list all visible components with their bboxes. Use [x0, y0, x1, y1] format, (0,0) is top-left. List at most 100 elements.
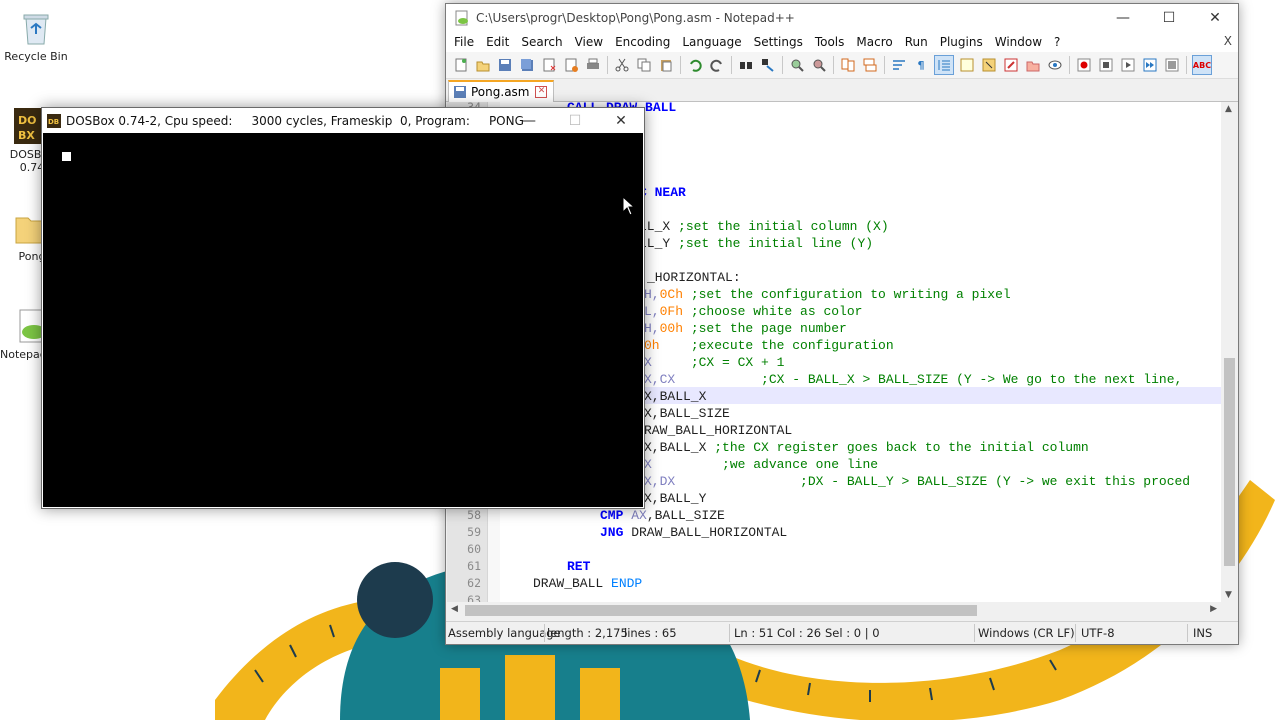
scroll-left-icon[interactable]: ◀ [451, 604, 458, 614]
svg-text:BX: BX [18, 129, 35, 142]
cut-icon[interactable] [613, 56, 631, 74]
toolbar-separator [833, 56, 834, 74]
print-icon[interactable] [584, 56, 602, 74]
desktop-icon-recycle-bin[interactable]: Recycle Bin [4, 8, 68, 63]
menu-bar: File Edit Search View Encoding Language … [446, 32, 1238, 52]
code-keyword: RET [567, 559, 591, 574]
folder-icon[interactable] [1024, 56, 1042, 74]
menu-tools[interactable]: Tools [809, 35, 851, 49]
code-comment: ;we advance one line [651, 457, 879, 472]
menu-edit[interactable]: Edit [480, 35, 515, 49]
spell-check-icon[interactable]: ABC [1192, 55, 1212, 75]
dosbox-screen[interactable] [43, 133, 643, 507]
record-macro-icon[interactable] [1075, 56, 1093, 74]
save-macro-icon[interactable] [1163, 56, 1181, 74]
code-line: X,DX ;DX - BALL_Y > BALL_SIZE (Y -> we e… [644, 474, 1190, 489]
recycle-bin-icon [16, 8, 56, 48]
code-line: X,BALL_SIZE [644, 406, 730, 421]
play-macro-icon[interactable] [1119, 56, 1137, 74]
sync-horizontal-icon[interactable] [861, 56, 879, 74]
line-number: 62 [467, 576, 481, 590]
code-token: H, [644, 287, 660, 302]
line-number: 63 [467, 593, 481, 602]
code-line: X,CX ;CX - BALL_X > BALL_SIZE (Y -> We g… [644, 372, 1182, 387]
close-document-button[interactable]: X [1224, 34, 1232, 48]
desktop-icon-label: Recycle Bin [4, 50, 68, 63]
status-encoding: UTF-8 [1081, 626, 1115, 640]
menu-macro[interactable]: Macro [850, 35, 898, 49]
folder-as-workspace-icon[interactable] [1002, 56, 1020, 74]
function-list-icon[interactable] [980, 56, 998, 74]
notepadpp-app-icon [454, 10, 470, 26]
find-icon[interactable] [737, 56, 755, 74]
horizontal-scrollbar[interactable]: ◀ ▶ [447, 602, 1221, 618]
code-line: X ;CX = CX + 1 [644, 355, 784, 370]
maximize-button[interactable]: ☐ [552, 108, 598, 133]
replace-icon[interactable] [759, 56, 777, 74]
paste-icon[interactable] [657, 56, 675, 74]
scrollbar-thumb[interactable] [1224, 358, 1235, 566]
close-button[interactable]: ✕ [1192, 4, 1238, 32]
code-line: RAW_BALL_HORIZONTAL [644, 423, 792, 438]
minimize-button[interactable]: — [506, 108, 552, 133]
scroll-up-icon[interactable]: ▲ [1225, 104, 1232, 114]
close-tab-icon[interactable]: ✕ [535, 86, 548, 98]
menu-search[interactable]: Search [515, 35, 568, 49]
tab-bar: Pong.asm ✕ [446, 79, 1238, 102]
code-token: NEAR [654, 185, 686, 200]
menu-file[interactable]: File [448, 35, 480, 49]
code-comment: ;set the configuration to writing a pixe… [683, 287, 1011, 302]
menu-encoding[interactable]: Encoding [609, 35, 676, 49]
close-file-icon[interactable] [540, 56, 558, 74]
save-all-icon[interactable] [518, 56, 536, 74]
close-button[interactable]: ✕ [598, 108, 644, 133]
code-token: H, [644, 321, 660, 336]
word-wrap-icon[interactable] [890, 56, 908, 74]
notepadpp-titlebar[interactable]: C:\Users\progr\Desktop\Pong\Pong.asm - N… [446, 4, 1238, 32]
code-comment: ;set the initial column (X) [678, 219, 889, 234]
toolbar-separator [680, 56, 681, 74]
vertical-scrollbar[interactable]: ▲ ▼ [1221, 102, 1237, 602]
menu-run[interactable]: Run [899, 35, 934, 49]
tab-pong-asm[interactable]: Pong.asm ✕ [448, 80, 555, 102]
document-map-icon[interactable] [958, 56, 976, 74]
menu-view[interactable]: View [569, 35, 609, 49]
scrollbar-thumb[interactable] [465, 605, 977, 616]
code-line: H,00h ;set the page number [644, 321, 847, 336]
close-all-icon[interactable] [562, 56, 580, 74]
new-file-icon[interactable] [452, 56, 470, 74]
code-comment: ;choose white as color [683, 304, 863, 319]
code-comment: ;DX - BALL_Y > BALL_SIZE (Y -> we exit t… [675, 474, 1191, 489]
menu-language[interactable]: Language [676, 35, 747, 49]
menu-window[interactable]: Window [989, 35, 1048, 49]
zoom-in-icon[interactable] [788, 56, 806, 74]
code-line: _HORIZONTAL: [647, 270, 741, 285]
monitor-icon[interactable] [1046, 56, 1064, 74]
maximize-button[interactable]: ☐ [1146, 4, 1192, 32]
redo-icon[interactable] [708, 56, 726, 74]
menu-plugins[interactable]: Plugins [934, 35, 989, 49]
menu-settings[interactable]: Settings [748, 35, 809, 49]
sync-vertical-icon[interactable] [839, 56, 857, 74]
undo-icon[interactable] [686, 56, 704, 74]
scroll-down-icon[interactable]: ▼ [1225, 590, 1232, 600]
zoom-out-icon[interactable] [810, 56, 828, 74]
save-icon[interactable] [496, 56, 514, 74]
toolbar: ¶ ABC [446, 52, 1238, 79]
toolbar-separator [782, 56, 783, 74]
indent-guide-icon[interactable] [934, 55, 954, 75]
copy-icon[interactable] [635, 56, 653, 74]
dosbox-window[interactable]: DB DOSBox 0.74-2, Cpu speed: 3000 cycles… [41, 107, 645, 509]
stop-macro-icon[interactable] [1097, 56, 1115, 74]
status-bar: Assembly language length : 2,175 lines :… [446, 621, 1238, 644]
status-insert-mode: INS [1193, 626, 1213, 640]
dosbox-titlebar[interactable]: DB DOSBox 0.74-2, Cpu speed: 3000 cycles… [42, 108, 644, 133]
scroll-right-icon[interactable]: ▶ [1210, 604, 1217, 614]
show-all-chars-icon[interactable]: ¶ [912, 56, 930, 74]
status-divider [974, 624, 975, 642]
play-macro-multiple-icon[interactable] [1141, 56, 1159, 74]
menu-help[interactable]: ? [1048, 35, 1066, 49]
minimize-button[interactable]: — [1100, 4, 1146, 32]
open-file-icon[interactable] [474, 56, 492, 74]
code-token: X,CX [644, 372, 676, 387]
